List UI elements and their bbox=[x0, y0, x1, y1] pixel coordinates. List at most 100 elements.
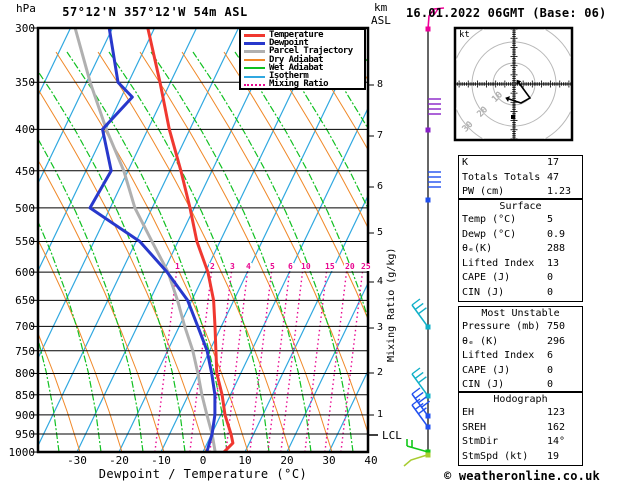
table-row: PW (cm) 1.23 bbox=[459, 185, 582, 200]
sounding-profiles bbox=[73, 28, 235, 452]
table-row: θₑ (K) 296 bbox=[459, 335, 582, 350]
mixing-ratio-value-label: 1 bbox=[174, 262, 181, 271]
km-tick-label: 1 bbox=[377, 409, 384, 420]
row-label: Lifted Index bbox=[462, 350, 535, 361]
wind-barb bbox=[414, 391, 424, 399]
footer-credit: © weatheronline.co.uk bbox=[444, 469, 600, 483]
x-axis-title: Dewpoint / Temperature (°C) bbox=[98, 467, 308, 481]
mixing-ratio-value-label: 5 bbox=[269, 262, 276, 271]
altitude-unit-km-label: km bbox=[374, 1, 388, 14]
wind-barb bbox=[411, 298, 421, 306]
temperature-tick-label: -20 bbox=[109, 454, 129, 467]
table-row: Dewp (°C) 0.9 bbox=[459, 228, 582, 243]
row-value: 288 bbox=[547, 243, 566, 254]
table-row: Lifted Index 6 bbox=[459, 349, 582, 364]
table-row: StmSpd (kt) 19 bbox=[459, 450, 582, 465]
row-label: StmDir bbox=[462, 436, 499, 447]
wind-barb-column bbox=[403, 7, 445, 467]
pressure-tick-label: 800 bbox=[15, 367, 35, 380]
row-label: CAPE (J) bbox=[462, 364, 511, 376]
legend-line-sample bbox=[244, 50, 265, 54]
row-value: 1.23 bbox=[547, 186, 572, 197]
row-value: 0 bbox=[547, 379, 554, 390]
table-row: SREH 162 bbox=[459, 421, 582, 436]
row-value: 14° bbox=[547, 436, 566, 447]
altitude-unit-asl-label: ASL bbox=[371, 14, 391, 27]
wind-level-dot bbox=[425, 424, 431, 430]
plot-border bbox=[36, 26, 370, 454]
row-value: 6 bbox=[547, 350, 554, 361]
hodograph-unit-label: kt bbox=[459, 30, 470, 40]
row-label: CIN (J) bbox=[462, 379, 505, 390]
row-value: 0 bbox=[547, 286, 554, 298]
temperature-tick-label: 30 bbox=[322, 454, 336, 467]
datetime-label: 16.01.2022 06GMT (Base: 06) bbox=[406, 6, 607, 20]
wind-barb bbox=[417, 307, 427, 315]
temperature-tick-label: 40 bbox=[364, 454, 378, 467]
row-label: CAPE (J) bbox=[462, 272, 511, 283]
page-title: 57°12'N 357°12'W 54m ASL bbox=[62, 5, 248, 19]
table-row: EH 123 bbox=[459, 406, 582, 421]
row-value: 47 bbox=[547, 171, 560, 183]
table-row: K 17 bbox=[459, 156, 582, 171]
row-label: Totals Totals bbox=[462, 171, 541, 183]
pressure-tick-label: 950 bbox=[15, 428, 35, 441]
table-row: CIN (J) 0 bbox=[459, 286, 582, 301]
row-label: θₑ(K) bbox=[462, 243, 493, 254]
mixing-ratio-value-label: 4 bbox=[245, 262, 252, 271]
pressure-tick-label: 700 bbox=[15, 320, 35, 333]
row-label: StmSpd (kt) bbox=[462, 450, 529, 462]
km-tick-label: 8 bbox=[377, 79, 384, 90]
wind-barb bbox=[406, 445, 429, 453]
lcl-label: LCL bbox=[382, 429, 402, 442]
wind-level-dot bbox=[425, 197, 431, 203]
hodograph-table-title: Hodograph bbox=[493, 394, 548, 405]
mixing-ratio-axis-title: Mixing Ratio (g/kg) bbox=[386, 247, 397, 362]
pressure-tick-label: 300 bbox=[15, 22, 35, 35]
row-label: SREH bbox=[462, 421, 487, 433]
legend-item-label: Mixing Ratio bbox=[269, 79, 329, 90]
most-unstable-table-title: Most Unstable bbox=[481, 308, 560, 319]
temperature-tick-label: 10 bbox=[238, 454, 252, 467]
pressure-tick-label: 400 bbox=[15, 123, 35, 136]
legend-line-sample bbox=[244, 41, 265, 45]
mixing-ratio-value-label: 6 bbox=[287, 262, 294, 271]
km-tick-label: 3 bbox=[377, 322, 384, 333]
wind-level-dot bbox=[425, 324, 431, 330]
mixing-ratio-value-label: 10 bbox=[300, 262, 312, 271]
row-value: 296 bbox=[547, 335, 566, 347]
table-row: θₑ(K) 288 bbox=[459, 242, 582, 257]
legend-line-sample bbox=[244, 75, 265, 78]
storm-motion-marker bbox=[511, 115, 515, 119]
temperature-tick-label: 0 bbox=[199, 454, 207, 467]
legend-line-sample bbox=[244, 59, 265, 62]
mixing-ratio-value-label: 25 bbox=[360, 262, 372, 271]
row-label: θₑ (K) bbox=[462, 335, 499, 347]
km-tick-label: 6 bbox=[377, 181, 384, 192]
legend: Temperature Dewpoint Parcel Trajectory Dry … bbox=[239, 28, 366, 90]
mixing-ratio-value-label: 15 bbox=[324, 262, 336, 271]
mixing-ratio-value-label: 3 bbox=[229, 262, 236, 271]
mixing-ratio-value-label: 20 bbox=[344, 262, 356, 271]
row-value: 13 bbox=[547, 257, 560, 269]
row-value: 0.9 bbox=[547, 228, 566, 240]
pressure-tick-label: 600 bbox=[15, 266, 35, 279]
temperature-tick-label: 20 bbox=[280, 454, 294, 467]
row-value: 17 bbox=[547, 157, 560, 168]
wind-barb bbox=[417, 376, 427, 384]
temperature-tick-label: -30 bbox=[67, 454, 87, 467]
km-tick-label: 2 bbox=[377, 367, 384, 378]
indices-table: K 17 Totals Totals 47 PW (cm) 1.23 bbox=[458, 155, 583, 199]
km-tick-label: 4 bbox=[377, 276, 384, 287]
hodograph-table: Hodograph EH 123 SREH 162 StmDir 14° StmSpd (k… bbox=[458, 392, 583, 466]
row-label: Pressure (mb) bbox=[462, 321, 541, 332]
row-value: 123 bbox=[547, 407, 566, 418]
pressure-tick-label: 850 bbox=[15, 389, 35, 402]
table-row: CIN (J) 0 bbox=[459, 378, 582, 393]
table-row: CAPE (J) 0 bbox=[459, 271, 582, 286]
table-row: Pressure (mb) 750 bbox=[459, 320, 582, 335]
table-row: Lifted Index 13 bbox=[459, 257, 582, 272]
wind-barb bbox=[411, 387, 421, 395]
pressure-tick-label: 1000 bbox=[8, 446, 36, 459]
wind-level-dot bbox=[425, 127, 431, 133]
